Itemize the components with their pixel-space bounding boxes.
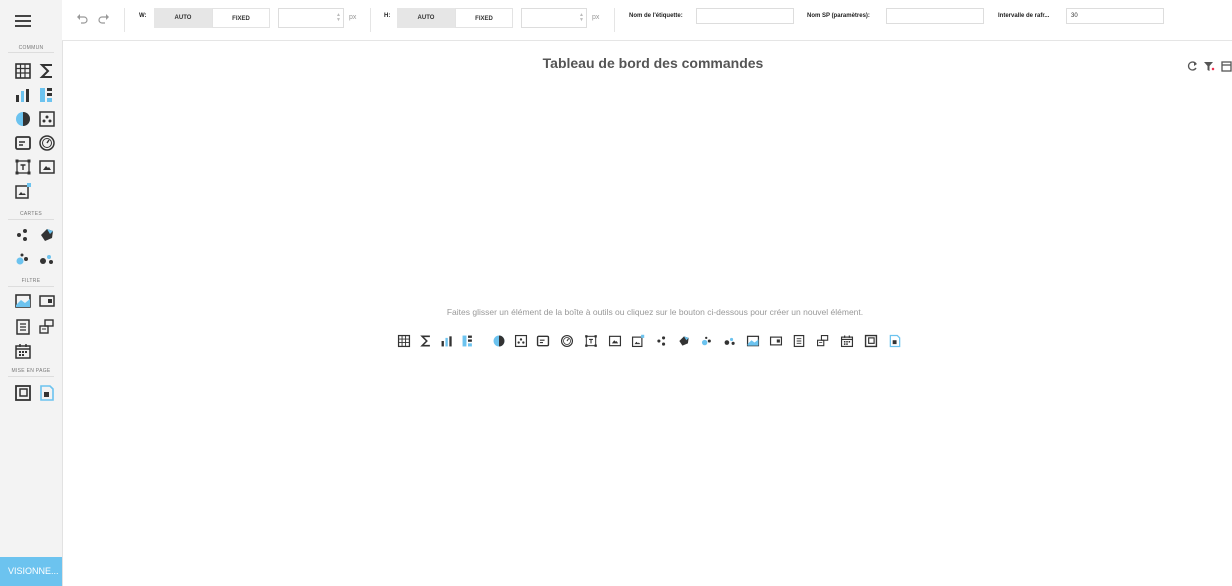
bar-chart-tool-icon[interactable] (440, 334, 454, 348)
divider (8, 286, 54, 287)
tab-container-tool-icon[interactable] (38, 384, 56, 402)
date-filter-tool-icon[interactable] (14, 342, 32, 360)
toolbox-sidebar: COMMUN CARTES FILTRE MISE EN PAGE VISION… (0, 0, 63, 586)
height-unit: px (592, 14, 600, 21)
stacked-chart-tool-icon[interactable] (38, 86, 56, 104)
refresh-interval-input[interactable]: 30 (1066, 8, 1164, 24)
container-tool-icon[interactable] (14, 384, 32, 402)
card-tool-icon[interactable] (14, 134, 32, 152)
divider (8, 219, 54, 220)
region-map-tool-icon[interactable] (677, 334, 691, 348)
grid-tool-icon[interactable] (397, 334, 411, 348)
divider (8, 376, 54, 377)
date-filter-tool-icon[interactable] (840, 334, 854, 348)
image-filter-tool-icon[interactable] (746, 334, 760, 348)
image-tool-icon[interactable] (38, 158, 56, 176)
sum-tool-icon[interactable] (38, 62, 56, 80)
export-icon[interactable] (1220, 60, 1232, 72)
redo-icon[interactable] (97, 12, 111, 26)
bar-chart-tool-icon[interactable] (14, 86, 32, 104)
image-plus-tool-icon[interactable] (14, 182, 32, 200)
width-fixed-button[interactable]: FIXED (212, 8, 270, 28)
sum-tool-icon[interactable] (419, 334, 433, 348)
image-tool-icon[interactable] (608, 334, 622, 348)
image-plus-tool-icon[interactable] (631, 334, 645, 348)
undo-icon[interactable] (75, 12, 89, 26)
section-maps: CARTES (20, 211, 42, 217)
properties-toolbar: W: AUTO FIXED ▲ ▼ px H: AUTO FIXED ▲ ▼ px … (62, 0, 1232, 41)
sp-name-input[interactable] (886, 8, 984, 24)
empty-canvas-hint: Faites glisser un élément de la boîte à … (446, 307, 864, 317)
grid-tool-icon[interactable] (14, 62, 32, 80)
width-label: W: (139, 13, 147, 19)
width-auto-button[interactable]: AUTO (154, 8, 212, 28)
pie-chart-tool-icon[interactable] (14, 110, 32, 128)
divider (614, 8, 615, 32)
width-unit: px (349, 14, 357, 21)
point-map-tool-icon[interactable] (655, 334, 669, 348)
divider (370, 8, 371, 32)
dropdown-filter-tool-icon[interactable] (769, 334, 783, 348)
text-frame-tool-icon[interactable] (14, 158, 32, 176)
height-input[interactable]: ▲ ▼ (521, 8, 587, 28)
bubble-map-tool-icon[interactable] (700, 334, 714, 348)
height-label: H: (384, 13, 391, 19)
heat-map-tool-icon[interactable] (723, 334, 737, 348)
divider (8, 52, 54, 53)
height-auto-button[interactable]: AUTO (397, 8, 455, 28)
heat-map-tool-icon[interactable] (38, 250, 56, 268)
dashboard-title[interactable]: Tableau de bord des commandes (420, 55, 886, 71)
gauge-tool-icon[interactable] (38, 134, 56, 152)
height-fixed-button[interactable]: FIXED (455, 8, 513, 28)
filter-icon[interactable] (1203, 60, 1215, 72)
section-layout: MISE EN PAGE (11, 368, 51, 374)
refresh-icon[interactable] (1186, 60, 1198, 72)
refresh-interval-label: Intervalle de rafr... (998, 13, 1050, 19)
dropdown-filter-tool-icon[interactable] (38, 292, 56, 310)
hamburger-menu-icon[interactable] (15, 15, 31, 27)
scatter-tool-icon[interactable] (38, 110, 56, 128)
container-tool-icon[interactable] (864, 334, 878, 348)
section-common: COMMUN (18, 45, 44, 51)
label-name-label: Nom de l'étiquette: (629, 13, 683, 19)
list-filter-tool-icon[interactable] (792, 334, 806, 348)
width-input[interactable]: ▲ ▼ (278, 8, 344, 28)
point-map-tool-icon[interactable] (14, 226, 32, 244)
gauge-tool-icon[interactable] (560, 334, 574, 348)
image-filter-tool-icon[interactable] (14, 292, 32, 310)
bubble-map-tool-icon[interactable] (14, 250, 32, 268)
label-name-input[interactable] (696, 8, 794, 24)
pie-chart-tool-icon[interactable] (492, 334, 506, 348)
section-filter: FILTRE (21, 278, 41, 284)
text-frame-tool-icon[interactable] (584, 334, 598, 348)
region-map-tool-icon[interactable] (38, 226, 56, 244)
card-tool-icon[interactable] (536, 334, 550, 348)
sp-name-label: Nom SP (paramètres): (807, 13, 870, 19)
tab-container-tool-icon[interactable] (888, 334, 902, 348)
stacked-chart-tool-icon[interactable] (461, 334, 475, 348)
spinner-icon[interactable]: ▲ ▼ (336, 13, 341, 23)
list-filter-tool-icon[interactable] (14, 318, 32, 336)
preview-button[interactable]: VISIONNE... (0, 557, 62, 586)
spinner-icon[interactable]: ▲ ▼ (579, 13, 584, 23)
tree-filter-tool-icon[interactable] (816, 334, 830, 348)
divider (124, 8, 125, 32)
scatter-tool-icon[interactable] (514, 334, 528, 348)
tree-filter-tool-icon[interactable] (38, 318, 56, 336)
